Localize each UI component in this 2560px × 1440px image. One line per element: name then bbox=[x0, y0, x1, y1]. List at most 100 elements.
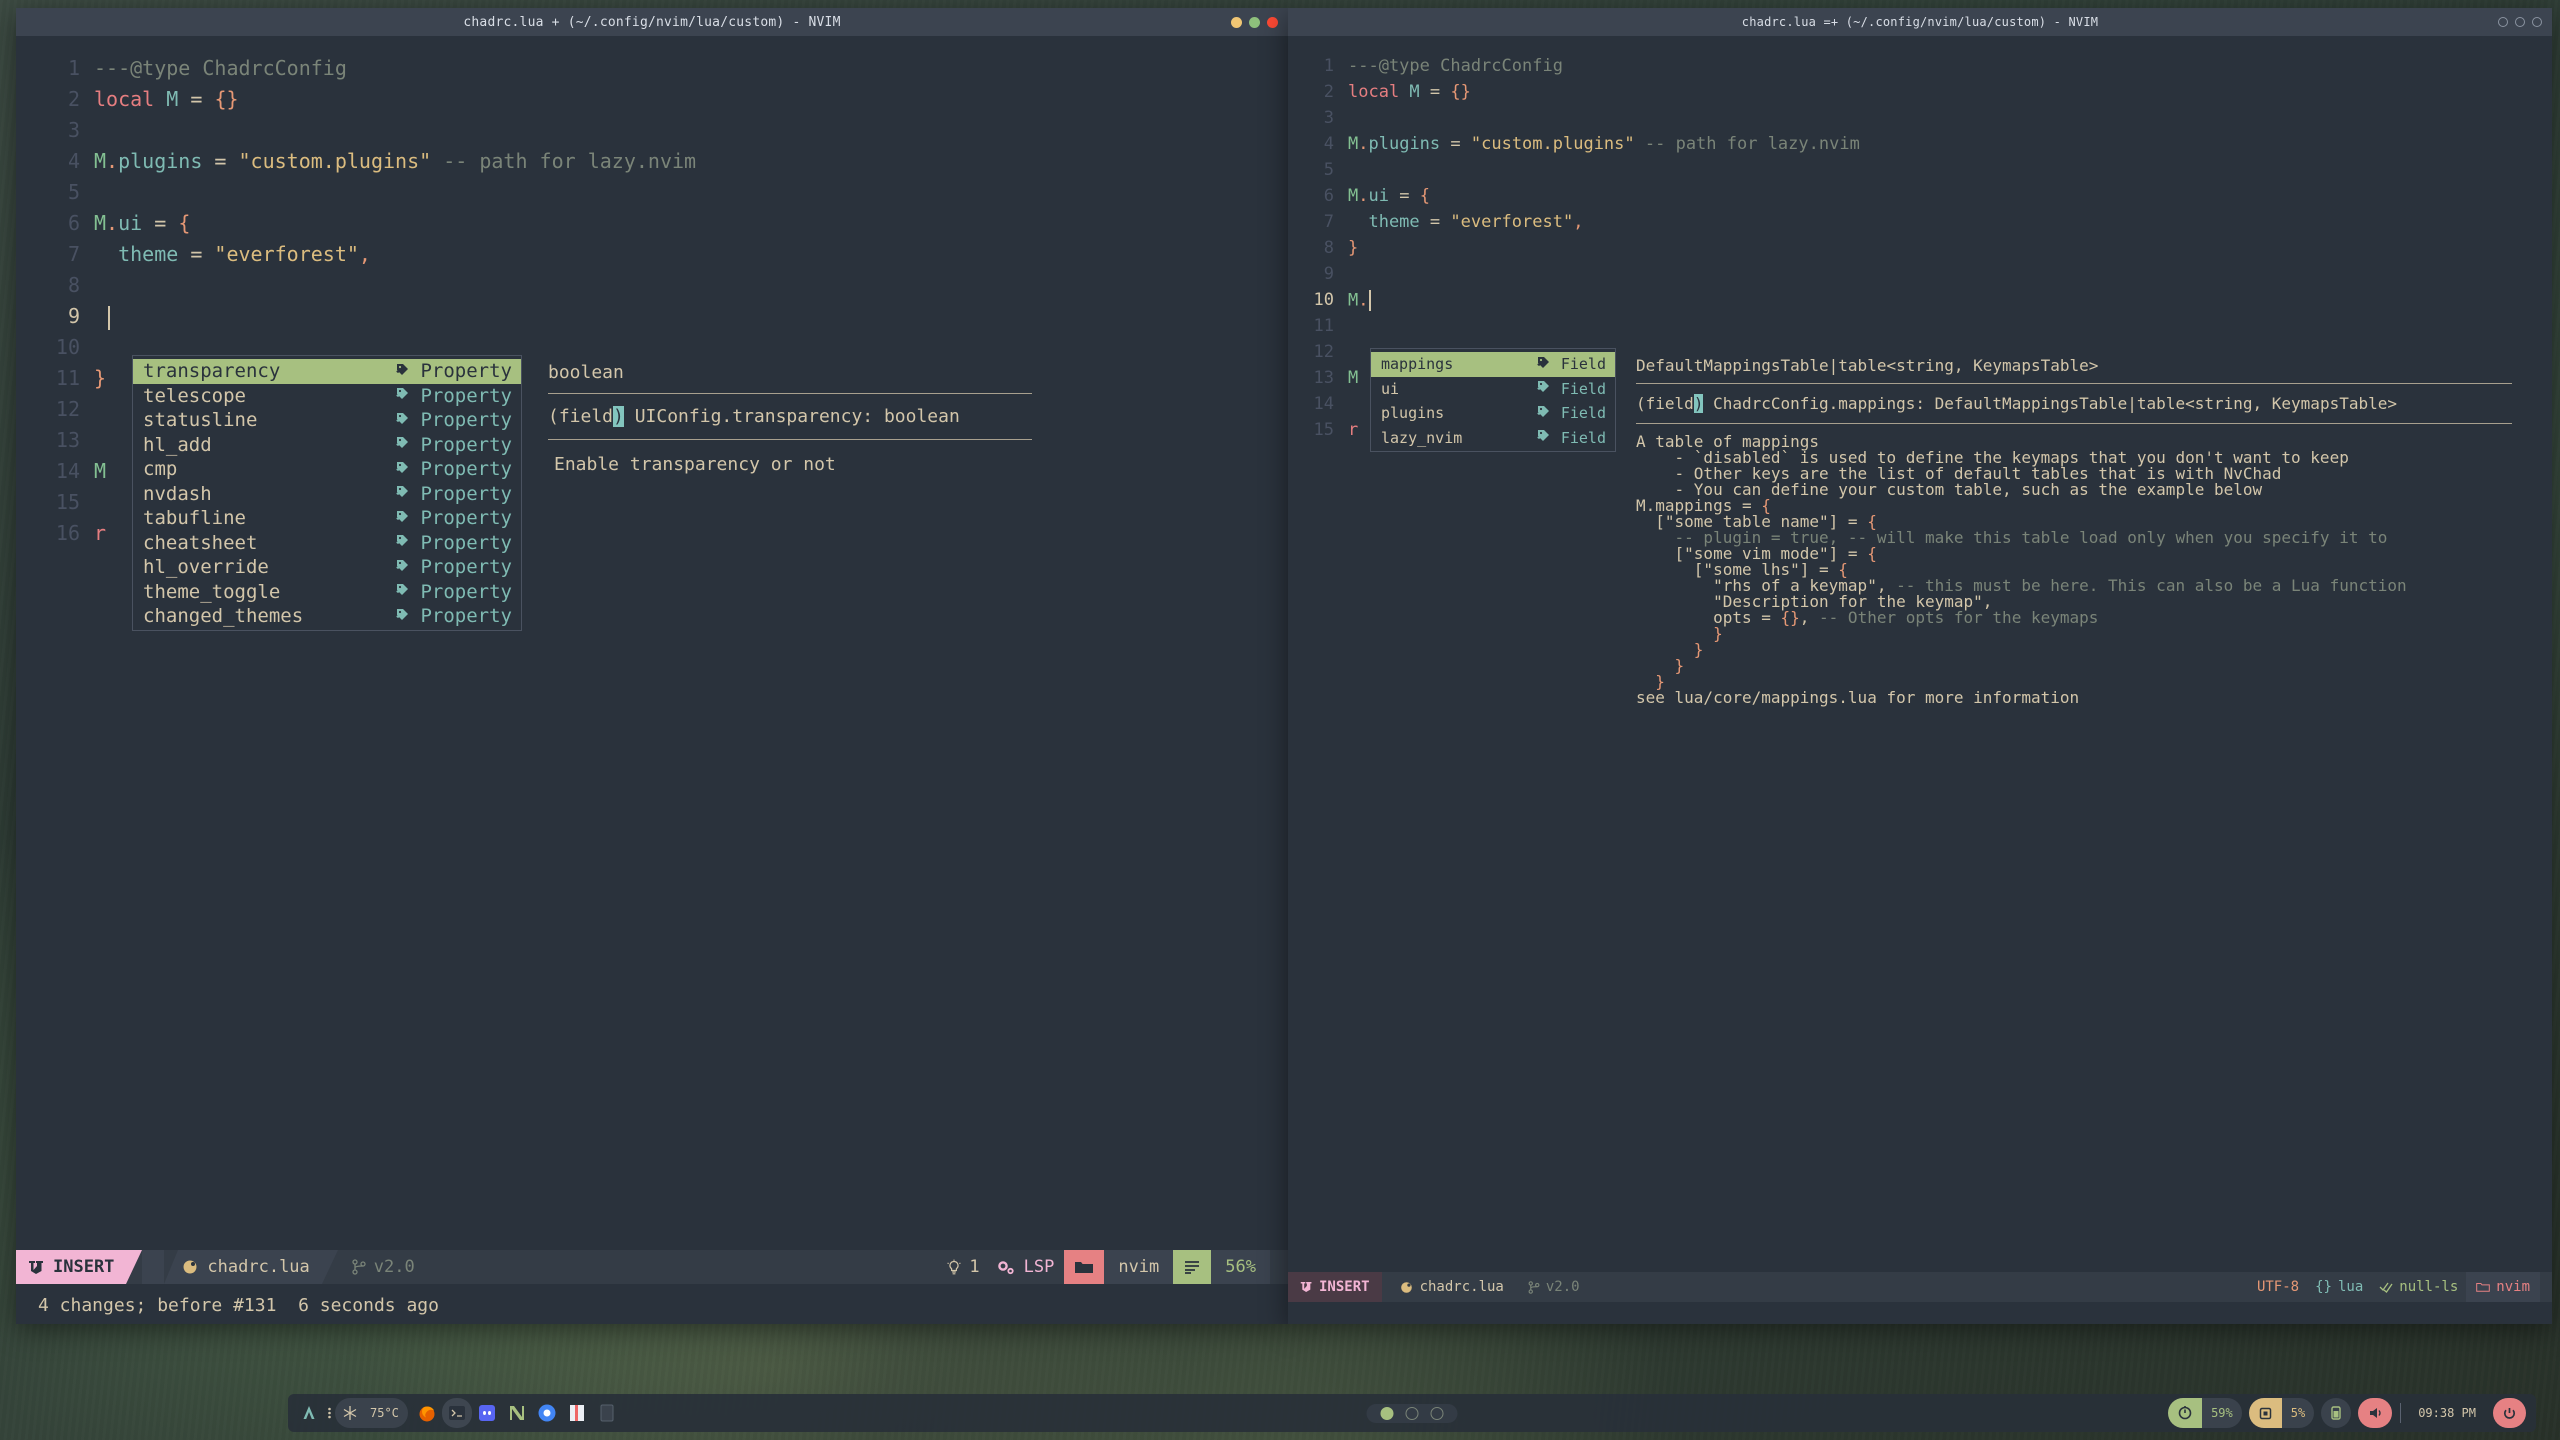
status-filetype-label: lua bbox=[2337, 1279, 2364, 1295]
files-icon[interactable] bbox=[562, 1398, 592, 1428]
nvim-window-right[interactable]: chadrc.lua =+ (~/.config/nvim/lua/custom… bbox=[1288, 8, 2552, 1324]
chrome-icon[interactable] bbox=[532, 1398, 562, 1428]
ram-icon[interactable] bbox=[2248, 1398, 2282, 1428]
titlebar-left[interactable]: chadrc.lua + (~/.config/nvim/lua/custom)… bbox=[16, 8, 1288, 36]
code-line: 4 M.plugins = "custom.plugins" -- path fo… bbox=[16, 149, 1288, 180]
window-title-right: chadrc.lua =+ (~/.config/nvim/lua/custom… bbox=[1741, 15, 2099, 29]
volume-icon[interactable] bbox=[2358, 1398, 2393, 1428]
terminal-icon[interactable] bbox=[442, 1398, 472, 1428]
code-line: 8} bbox=[1288, 238, 2552, 264]
completion-item[interactable]: transparency Property bbox=[133, 359, 521, 384]
doc-body-line: } bbox=[1636, 626, 2514, 642]
window-buttons-right[interactable] bbox=[2498, 8, 2542, 36]
completion-item-kind: Property bbox=[420, 556, 512, 579]
completion-item[interactable]: tabufline Property bbox=[133, 506, 521, 531]
vim-icon bbox=[29, 1260, 43, 1274]
completion-item[interactable]: telescope Property bbox=[133, 384, 521, 409]
minimize-icon[interactable] bbox=[2498, 17, 2508, 27]
titlebar-right[interactable]: chadrc.lua =+ (~/.config/nvim/lua/custom… bbox=[1288, 8, 2552, 36]
completion-menu-right[interactable]: mappings Field ui Field plugins Field lazy_nvi… bbox=[1370, 348, 1616, 452]
completion-item-label: hl_override bbox=[143, 556, 269, 579]
completion-item-kind: Property bbox=[420, 482, 512, 505]
status-diagnostic-count-left: 1 bbox=[969, 1257, 980, 1277]
code-token: local bbox=[94, 87, 155, 111]
git-branch-icon bbox=[1528, 1280, 1540, 1294]
completion-item[interactable]: hl_add Property bbox=[133, 433, 521, 458]
line-number: 3 bbox=[67, 118, 80, 142]
gears-icon bbox=[997, 1260, 1014, 1274]
firefox-icon[interactable] bbox=[412, 1398, 442, 1428]
status-mode-label-right: INSERT bbox=[1319, 1279, 1370, 1295]
workspace-2[interactable] bbox=[1405, 1406, 1419, 1420]
line-content: r bbox=[1348, 420, 1358, 446]
completion-item[interactable]: lazy_nvim Field bbox=[1371, 426, 1615, 451]
power-icon[interactable] bbox=[2493, 1398, 2526, 1428]
code-token: . bbox=[1358, 134, 1369, 154]
completion-item[interactable]: mappings Field bbox=[1371, 352, 1615, 377]
completion-item-label: statusline bbox=[143, 409, 258, 432]
arch-logo-icon[interactable] bbox=[294, 1398, 324, 1428]
code-line: 8 bbox=[16, 273, 1288, 304]
line-number: 3 bbox=[1323, 108, 1334, 128]
status-mode-label-left: INSERT bbox=[53, 1257, 115, 1277]
temperature-group[interactable]: 75°C bbox=[335, 1398, 408, 1428]
nvim-icon[interactable] bbox=[502, 1398, 532, 1428]
completion-item[interactable]: theme_toggle Property bbox=[133, 580, 521, 605]
discord-icon[interactable] bbox=[472, 1398, 502, 1428]
completion-item[interactable]: cheatsheet Property bbox=[133, 531, 521, 556]
status-cwd-label-right: nvim bbox=[2496, 1279, 2530, 1295]
minimize-icon[interactable] bbox=[1231, 16, 1242, 28]
grip-icon[interactable] bbox=[324, 1398, 335, 1428]
doc-sig-prefix: (field bbox=[1636, 394, 1694, 413]
line-content: M.plugins = "custom.plugins" -- path for… bbox=[94, 149, 696, 180]
completion-item[interactable]: ui Field bbox=[1371, 377, 1615, 402]
maximize-icon[interactable] bbox=[1249, 16, 1260, 28]
completion-item[interactable]: plugins Field bbox=[1371, 401, 1615, 426]
notes-icon[interactable] bbox=[592, 1398, 622, 1428]
workspace-3[interactable] bbox=[1430, 1406, 1444, 1420]
line-number: 10 bbox=[1313, 290, 1334, 310]
code-token: = bbox=[1429, 212, 1451, 232]
code-token: = bbox=[1450, 134, 1471, 154]
status-file-right: chadrc.lua bbox=[1382, 1272, 1516, 1302]
line-number: 14 bbox=[1313, 394, 1334, 414]
completion-menu-left[interactable]: transparency Property telescope Property sta… bbox=[132, 355, 522, 631]
code-token: -- path for lazy.nvim bbox=[1634, 134, 1860, 154]
completion-item[interactable]: changed_themes Property bbox=[133, 604, 521, 629]
completion-item[interactable]: cmp Property bbox=[133, 457, 521, 482]
completion-item[interactable]: nvdash Property bbox=[133, 482, 521, 507]
clock: 09:38 PM bbox=[2418, 1406, 2476, 1420]
code-line: 5 bbox=[16, 180, 1288, 211]
completion-item-kind: Field bbox=[1560, 428, 1606, 447]
battery-icon[interactable] bbox=[2321, 1398, 2352, 1428]
taskbar[interactable]: 75°C 59% 5% 09:38 PM bbox=[288, 1394, 2536, 1432]
code-token: ui bbox=[118, 211, 155, 235]
completion-item[interactable]: hl_override Property bbox=[133, 555, 521, 580]
code-token: M bbox=[94, 211, 107, 235]
property-tag-icon bbox=[396, 363, 409, 375]
close-icon[interactable] bbox=[1267, 16, 1278, 28]
close-icon[interactable] bbox=[2532, 17, 2542, 27]
workspace-switcher[interactable] bbox=[1366, 1403, 1458, 1423]
field-tag-icon bbox=[1536, 355, 1551, 374]
window-buttons-left[interactable] bbox=[1231, 8, 1278, 36]
property-tag-icon bbox=[396, 461, 409, 473]
snowflake-icon[interactable] bbox=[335, 1398, 365, 1428]
doc-sig-cursor: ) bbox=[613, 406, 624, 427]
cpu-icon[interactable] bbox=[2168, 1398, 2203, 1428]
completion-item[interactable]: statusline Property bbox=[133, 408, 521, 433]
taskbar-right-group[interactable]: 59% 5% 09:38 PM bbox=[2168, 1398, 2526, 1428]
terminal-group[interactable] bbox=[441, 1398, 472, 1428]
line-number: 8 bbox=[1323, 238, 1334, 258]
code-token: = bbox=[190, 87, 215, 111]
completion-item-kind: Property bbox=[420, 360, 512, 383]
code-token: ui bbox=[1368, 186, 1400, 206]
nvim-window-left[interactable]: chadrc.lua + (~/.config/nvim/lua/custom)… bbox=[16, 8, 1288, 1324]
maximize-icon[interactable] bbox=[2515, 17, 2525, 27]
workspace-1[interactable] bbox=[1380, 1406, 1394, 1420]
editor-area-left[interactable]: 1 ---@type ChadrcConfig 2 local M = {} 3 4 M.p… bbox=[16, 36, 1288, 1324]
taskbar-left-group[interactable]: 75°C bbox=[288, 1398, 622, 1428]
line-content: theme = "everforest", bbox=[94, 242, 371, 273]
doc-body-line: see lua/core/mappings.lua for more infor… bbox=[1636, 690, 2514, 706]
property-tag-icon bbox=[396, 510, 409, 522]
